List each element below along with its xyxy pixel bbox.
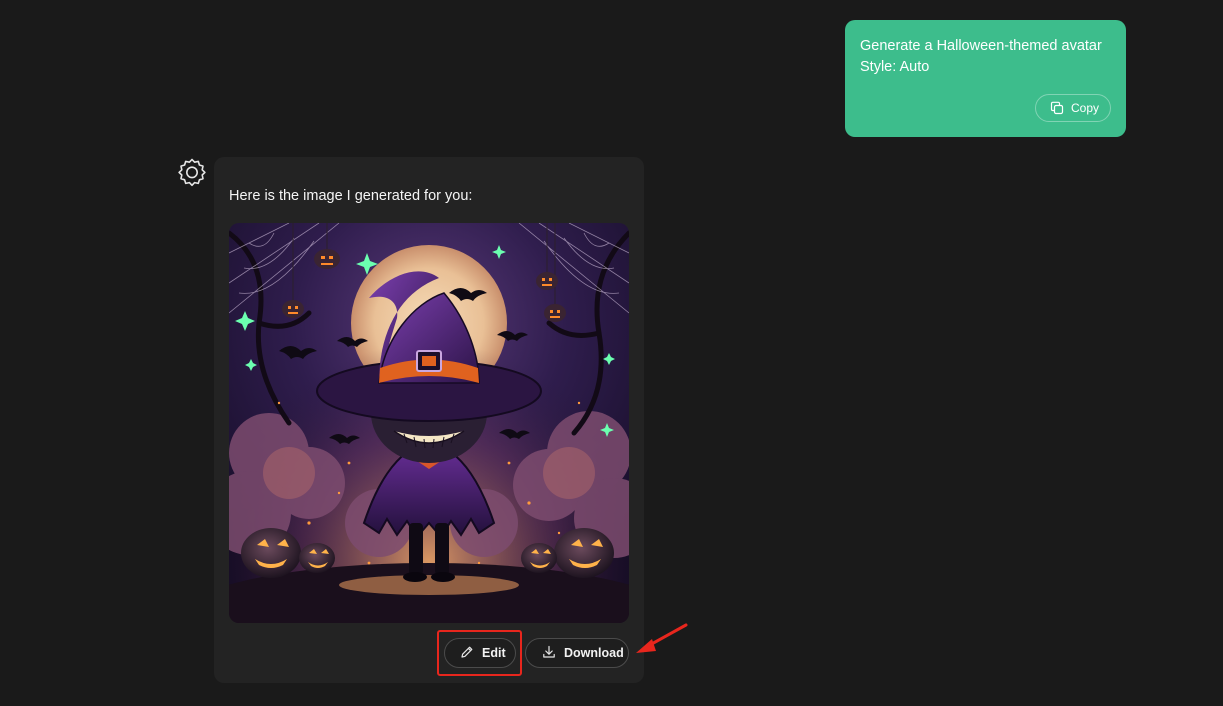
user-message-style-line: Style: Auto <box>860 59 930 75</box>
copy-icon <box>1050 101 1064 115</box>
gear-icon <box>178 158 206 187</box>
edit-button[interactable]: Edit <box>444 638 516 668</box>
download-button[interactable]: Download <box>525 638 629 668</box>
copy-button[interactable]: Copy <box>1034 94 1111 122</box>
edit-label: Edit <box>482 646 506 660</box>
user-message-line: Generate a Halloween-themed avatar <box>860 38 1102 54</box>
download-icon <box>542 645 556 662</box>
assistant-avatar <box>177 157 207 187</box>
assistant-intro-text: Here is the image I generated for you: <box>229 188 473 204</box>
pencil-icon <box>460 645 474 662</box>
copy-label: Copy <box>1070 101 1099 115</box>
generated-image[interactable] <box>229 223 629 623</box>
assistant-message-card: Here is the image I generated for you: E… <box>214 157 644 683</box>
download-label: Download <box>564 646 624 660</box>
user-message-bubble: Generate a Halloween-themed avatar Style… <box>845 20 1126 137</box>
red-arrow-icon <box>636 623 688 653</box>
